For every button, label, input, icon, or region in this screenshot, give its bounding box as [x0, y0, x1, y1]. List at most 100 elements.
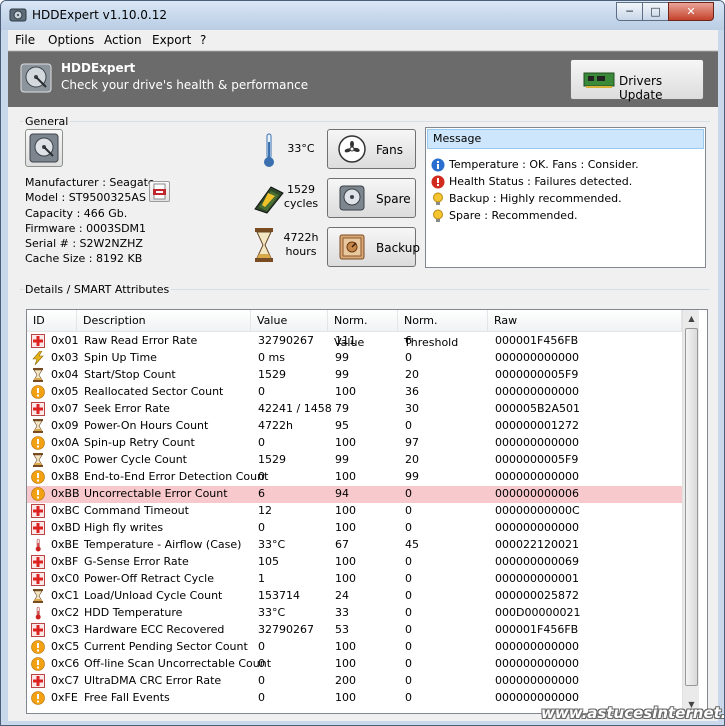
error-icon [431, 175, 445, 189]
cell-norm-threshold: 0 [405, 691, 412, 704]
table-row[interactable]: 0x09 Power-On Hours Count 4722h 95 0 00000000… [27, 418, 682, 435]
cell-description: High fly writes [84, 521, 164, 534]
cell-value: 0 [258, 385, 265, 398]
cell-norm-value: 95 [335, 419, 349, 432]
table-row[interactable]: 0xC2 HDD Temperature 33°C 33 0 000D00000021 [27, 605, 682, 622]
cell-description: HDD Temperature [84, 606, 183, 619]
menu-file[interactable]: File [15, 33, 35, 47]
table-row[interactable]: 0x05 Reallocated Sector Count 0 100 36 000000… [27, 384, 682, 401]
cell-norm-value: 94 [335, 487, 349, 500]
col-description[interactable]: Description [77, 310, 251, 332]
warning-icon [31, 657, 45, 671]
table-row[interactable]: 0xC6 Off-line Scan Uncorrectable Count 0 10… [27, 656, 682, 673]
menu-help[interactable]: ? [200, 33, 206, 47]
cell-description: Off-line Scan Uncorrectable Count [84, 657, 272, 670]
table-row[interactable]: 0x0C Power Cycle Count 1529 99 20 0000000005F… [27, 452, 682, 469]
cell-id: 0x07 [51, 402, 79, 415]
hours-value: 4722h [283, 231, 319, 244]
cell-value: 0 [258, 674, 265, 687]
table-row[interactable]: 0xC5 Current Pending Sector Count 0 100 0 000… [27, 639, 682, 656]
app-icon [9, 8, 27, 22]
cell-description: Start/Stop Count [84, 368, 176, 381]
cell-norm-value: 100 [335, 691, 356, 704]
message-panel: Message Temperature : OK. Fans : Conside… [425, 127, 706, 268]
bulb-icon [433, 192, 443, 205]
table-row[interactable]: 0xBB Uncorrectable Error Count 6 94 0 0000000… [27, 486, 682, 503]
cell-norm-value: 200 [335, 674, 356, 687]
col-value[interactable]: Value [251, 310, 328, 332]
table-row[interactable]: 0xBF G-Sense Error Rate 105 100 0 00000000006… [27, 554, 682, 571]
cell-raw: 00000000000C [495, 504, 580, 517]
cell-norm-value: 100 [335, 385, 356, 398]
scroll-thumb[interactable] [685, 328, 698, 686]
table-row[interactable]: 0xC1 Load/Unload Cycle Count 153714 24 0 0000… [27, 588, 682, 605]
table-row[interactable]: 0xBE Temperature - Airflow (Case) 33°C 67 45… [27, 537, 682, 554]
table-row[interactable]: 0x03 Spin Up Time 0 ms 99 0 000000000000 [27, 350, 682, 367]
cell-norm-value: 100 [335, 555, 356, 568]
table-row[interactable]: 0xB8 End-to-End Error Detection Count 0 100… [27, 469, 682, 486]
table-row[interactable]: 0xC0 Power-Off Retract Cycle 1 100 0 00000000… [27, 571, 682, 588]
hours-unit: hours [285, 245, 317, 258]
drive-select-button[interactable] [25, 129, 63, 167]
cell-description: Uncorrectable Error Count [84, 487, 228, 500]
cell-raw: 000000000000 [495, 470, 579, 483]
cell-norm-threshold: 30 [405, 402, 419, 415]
table-row[interactable]: 0x0A Spin-up Retry Count 0 100 97 00000000000… [27, 435, 682, 452]
maximize-button[interactable]: □ [642, 2, 669, 21]
close-button[interactable]: ✕ [668, 2, 714, 21]
col-norm-threshold[interactable]: Norm. Threshold [398, 310, 488, 349]
cell-raw: 000000001272 [495, 419, 579, 432]
cycles-unit: cycles [283, 197, 319, 210]
menu-options[interactable]: Options [48, 33, 94, 47]
warning-icon [31, 487, 45, 501]
cell-norm-threshold: 0 [405, 504, 412, 517]
cell-description: Power-Off Retract Cycle [84, 572, 214, 585]
banner-title: HDDExpert [61, 61, 136, 75]
cell-norm-threshold: 0 [405, 572, 412, 585]
table-row[interactable]: 0xC3 Hardware ECC Recovered 32790267 53 0 000… [27, 622, 682, 639]
cell-raw: 000001F456FB [495, 334, 579, 347]
spare-button[interactable]: Spare [327, 178, 416, 218]
minimize-button[interactable]: ─ [616, 2, 643, 21]
col-norm-value[interactable]: Norm. Value [328, 310, 398, 349]
title-bar[interactable]: HDDExpert v1.10.0.12 ─ □ ✕ [1, 1, 724, 30]
menu-action[interactable]: Action [104, 33, 142, 47]
table-row[interactable]: 0x04 Start/Stop Count 1529 99 20 0000000005F9 [27, 367, 682, 384]
table-row[interactable]: 0xBC Command Timeout 12 100 0 00000000000C [27, 503, 682, 520]
cell-id: 0xBC [51, 504, 80, 517]
col-id[interactable]: ID [27, 310, 77, 332]
table-row[interactable]: 0xC7 UltraDMA CRC Error Rate 0 200 0 00000000… [27, 673, 682, 690]
cell-value: 1529 [258, 368, 286, 381]
cell-description: Command Timeout [84, 504, 189, 517]
menu-export[interactable]: Export [152, 33, 191, 47]
cell-value: 12 [258, 504, 272, 517]
medical-cross-icon [31, 555, 45, 569]
cell-norm-threshold: 20 [405, 453, 419, 466]
menu-bar: File Options Action Export ? [8, 30, 718, 51]
table-row[interactable]: 0xBD High fly writes 0 100 0 000000000000 [27, 520, 682, 537]
cell-description: Power-On Hours Count [84, 419, 209, 432]
cell-value: 153714 [258, 589, 300, 602]
cache-info: Cache Size : 8192 KB [25, 252, 143, 265]
cell-raw: 000000000000 [495, 436, 579, 449]
cell-norm-value: 99 [335, 351, 349, 364]
export-pdf-button[interactable] [149, 181, 170, 202]
pdf-icon [153, 183, 166, 200]
table-row[interactable]: 0x01 Raw Read Error Rate 32790267 111 6 00000… [27, 333, 682, 350]
table-row[interactable]: 0x07 Seek Error Rate 42241 / 1458 79 30 00000… [27, 401, 682, 418]
scroll-up-arrow-icon[interactable]: ▲ [683, 310, 700, 327]
cycles-icon [254, 186, 284, 214]
cell-raw: 000022120021 [495, 538, 579, 551]
info-icon [431, 158, 445, 172]
spare-label: Spare [376, 192, 411, 206]
warning-icon [31, 691, 45, 705]
col-raw[interactable]: Raw [488, 310, 682, 332]
cell-norm-value: 100 [335, 521, 356, 534]
backup-button[interactable]: Backup [327, 227, 420, 267]
cell-id: 0xBB [51, 487, 80, 500]
drivers-update-button[interactable]: Drivers Update [570, 59, 704, 102]
vertical-scrollbar[interactable]: ▲ ▼ [682, 310, 699, 713]
message-header[interactable]: Message [427, 129, 704, 149]
cell-norm-value: 67 [335, 538, 349, 551]
fans-button[interactable]: Fans [327, 129, 416, 169]
